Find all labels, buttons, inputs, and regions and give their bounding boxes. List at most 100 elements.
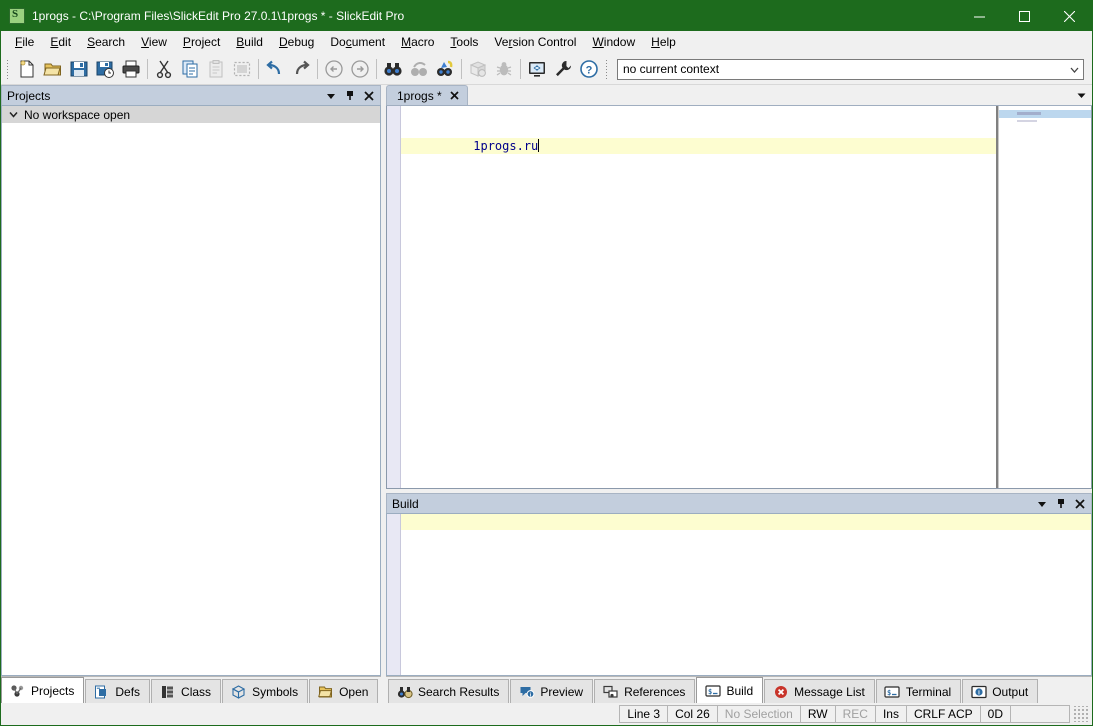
minimap-viewport-band[interactable] [999,110,1091,118]
bottom-tab-label: Build [726,683,754,698]
bottom-tab-references[interactable]: References [594,679,696,703]
select-all-icon[interactable] [229,56,255,82]
menu-debug[interactable]: Debug [271,32,322,52]
wrench-icon[interactable] [550,56,576,82]
minimize-icon[interactable] [957,1,1002,31]
bottom-tab-preview[interactable]: i Preview [510,679,594,703]
panel-menu-icon[interactable] [323,87,339,105]
new-file-icon[interactable] [14,56,40,82]
find-icon[interactable] [380,56,406,82]
panel-pin-icon[interactable] [342,87,358,105]
save-as-icon[interactable] [92,56,118,82]
find-previous-icon[interactable] [406,56,432,82]
status-col: Col 26 [667,705,718,723]
toolbar-separator [147,59,148,79]
main-body: Projects No workspace open Projects Defs… [1,85,1092,703]
status-encoding[interactable]: CRLF ACP [905,705,981,723]
panel-close-icon[interactable] [361,87,377,105]
bottom-tab-search-results[interactable]: Search Results [388,679,510,703]
copy-icon[interactable] [177,56,203,82]
menu-file[interactable]: File [7,32,42,52]
sidebar-tab-label: Open [339,684,369,699]
right-dock: 1progs * 1progs.ru Build Search Results … [381,85,1092,703]
help-icon[interactable]: ? [576,56,602,82]
chevron-down-icon[interactable] [1070,85,1092,105]
menu-macro[interactable]: Macro [393,32,442,52]
monitor-icon[interactable] [524,56,550,82]
sidebar-tab-label: Class [181,684,212,699]
menu-build[interactable]: Build [228,32,271,52]
toolbar-separator [258,59,259,79]
editor-pane[interactable]: 1progs.ru [387,106,998,488]
context-combo[interactable]: no current context [617,58,1084,80]
panel-menu-icon[interactable] [1034,495,1050,513]
paste-icon[interactable] [203,56,229,82]
build-icon[interactable] [465,56,491,82]
debug-bug-icon[interactable] [491,56,517,82]
sidebar-tab-label: Defs [115,684,141,699]
bottom-tab-message-list[interactable]: Message List [764,679,875,703]
sidebar-tab-symbols[interactable]: Symbols [222,679,309,703]
chevron-down-icon[interactable] [6,108,20,122]
sidebar-tab-defs[interactable]: Defs [85,679,151,703]
forward-arrow-icon[interactable] [347,56,373,82]
chevron-down-icon[interactable] [1065,60,1083,79]
console-icon: $ [704,683,721,699]
menu-window[interactable]: Window [584,32,643,52]
bottom-tab-label: Terminal [905,684,952,699]
editor-code-surface[interactable]: 1progs.ru [401,106,996,488]
redo-icon[interactable] [288,56,314,82]
resize-grip[interactable] [1074,706,1088,722]
menu-document[interactable]: Document [322,32,393,52]
projects-tree[interactable]: No workspace open [1,105,381,676]
context-combo-value: no current context [623,62,720,76]
projects-panel-label: Projects [7,88,51,103]
panel-close-icon[interactable] [1072,495,1088,513]
menu-version-control[interactable]: Version Control [486,32,584,52]
editor-selection-margin[interactable] [387,106,401,488]
cut-icon[interactable] [151,56,177,82]
menu-help[interactable]: Help [643,32,684,52]
close-icon[interactable] [1047,1,1092,31]
save-icon[interactable] [66,56,92,82]
bottom-tab-output[interactable]: i Output [962,679,1039,703]
main-toolbar: ? no current context [1,54,1092,85]
menu-tools[interactable]: Tools [442,32,486,52]
maximize-icon[interactable] [1002,1,1047,31]
undo-icon[interactable] [262,56,288,82]
toolbar-grip-2[interactable] [604,58,610,80]
open-folder-icon [317,684,334,700]
bottom-tab-build[interactable]: $ Build [696,677,764,703]
bottom-tab-terminal[interactable]: $ Terminal [875,679,962,703]
editor-tab-1progs[interactable]: 1progs * [386,85,468,105]
find-next-icon[interactable] [432,56,458,82]
bottom-tab-label: Message List [794,684,865,699]
editor-minimap[interactable] [998,106,1091,488]
build-selection-margin [387,514,401,675]
build-output-surface[interactable] [401,514,1091,675]
toolbar-separator [376,59,377,79]
status-record[interactable]: REC [834,705,876,723]
menu-search[interactable]: Search [79,32,133,52]
svg-text:$: $ [887,688,891,696]
toolbar-separator [461,59,462,79]
status-readwrite[interactable]: RW [799,705,836,723]
sidebar-tab-projects[interactable]: Projects [1,677,85,703]
status-insert-mode[interactable]: Ins [874,705,907,723]
menu-edit[interactable]: Edit [42,32,79,52]
info-circle-icon: i [970,684,987,700]
sidebar-tab-class[interactable]: Class [151,679,222,703]
back-arrow-icon[interactable] [321,56,347,82]
print-icon[interactable] [118,56,144,82]
sidebar-tab-open[interactable]: Open [309,679,379,703]
close-icon[interactable] [449,90,461,102]
toolbar-grip[interactable] [5,58,11,80]
panel-pin-icon[interactable] [1053,495,1069,513]
minimap-text-ghost [1017,112,1041,115]
build-output[interactable] [386,513,1092,676]
menu-project[interactable]: Project [175,32,228,52]
open-folder-icon[interactable] [40,56,66,82]
menu-view[interactable]: View [133,32,175,52]
tree-item-no-workspace[interactable]: No workspace open [2,106,380,123]
sidebar-tab-label: Symbols [252,684,299,699]
